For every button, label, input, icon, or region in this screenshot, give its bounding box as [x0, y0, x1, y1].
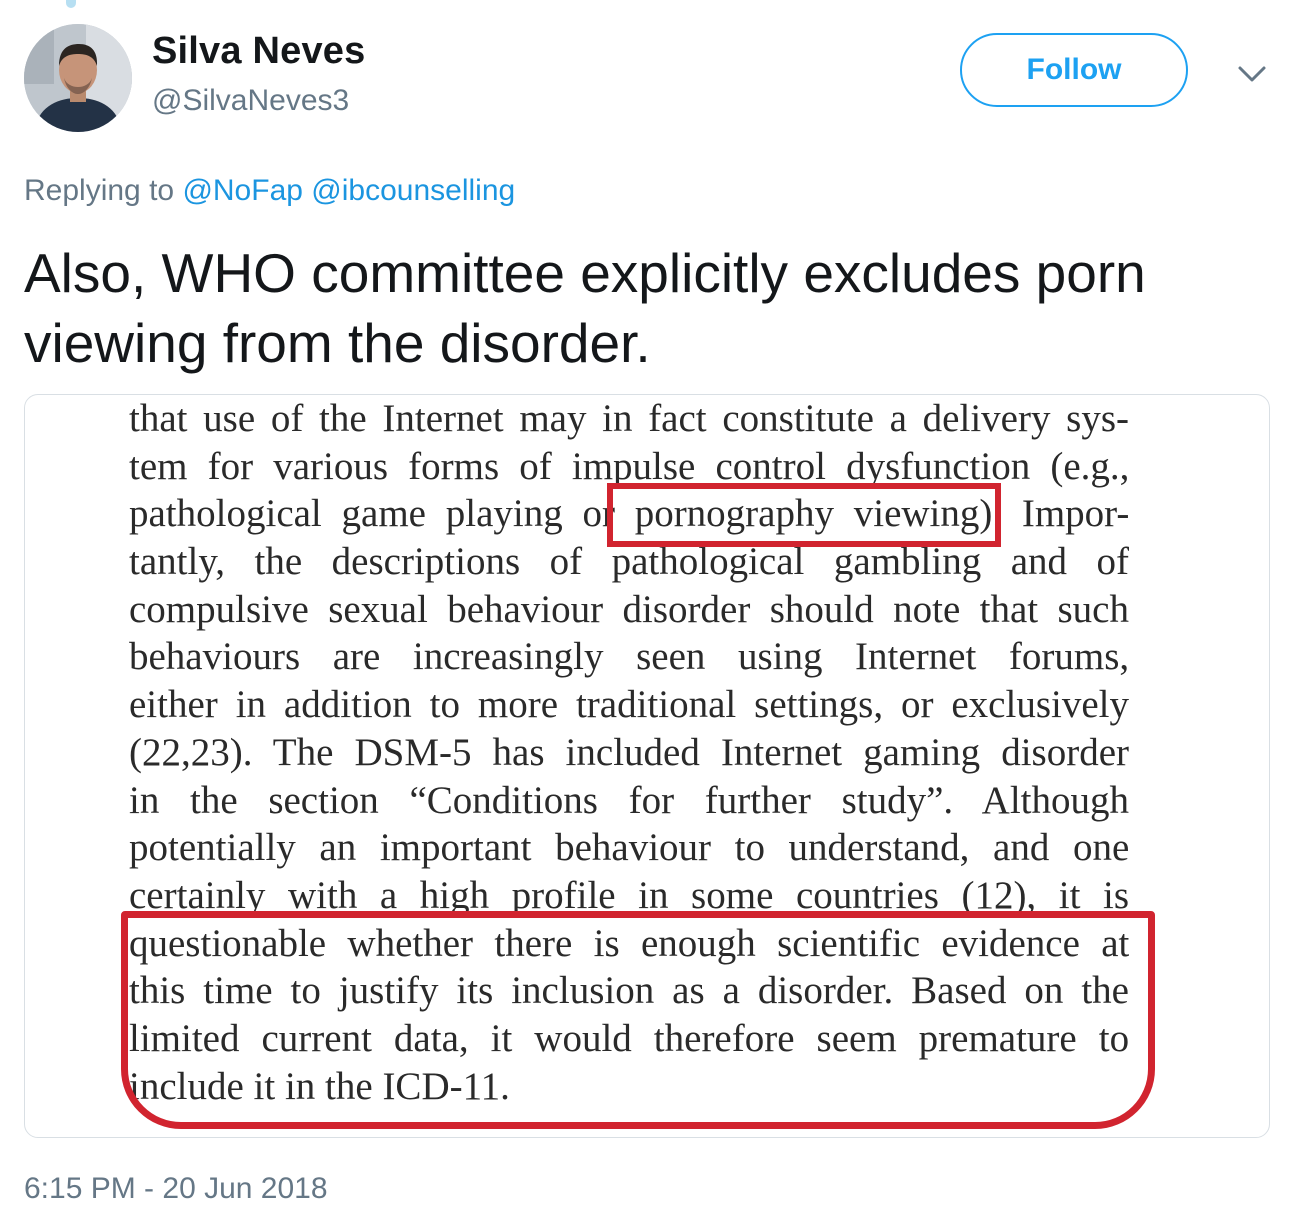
highlight-box-conclusion — [121, 911, 1155, 1129]
mention-nofap[interactable]: @NoFap — [182, 174, 303, 207]
mention-ibcounselling[interactable]: @ibcounselling — [311, 174, 515, 207]
chevron-down-icon[interactable] — [1236, 62, 1268, 86]
tweet: Silva Neves @SilvaNeves3 Follow Replying… — [0, 0, 1295, 1222]
follow-button[interactable]: Follow — [960, 33, 1188, 107]
excerpt-line: (22,23). The DSM-5 has included Internet… — [129, 730, 1129, 774]
excerpt-line: behaviours are increasingly seen using I… — [129, 635, 1129, 679]
thread-connector — [66, 0, 76, 8]
tweet-text: Also, WHO committee explicitly excludes … — [24, 242, 1146, 374]
excerpt-line: either in addition to more traditional s… — [129, 683, 1129, 727]
reply-context: Replying to @NoFap @ibcounselling — [24, 174, 515, 208]
highlight-box-pornography-viewing — [607, 483, 1001, 547]
tweet-media-image[interactable]: that use of the Internet may in fact con… — [24, 394, 1270, 1138]
user-handle[interactable]: @SilvaNeves3 — [152, 84, 349, 118]
reply-prefix: Replying to — [24, 174, 183, 207]
avatar-image — [24, 24, 132, 132]
excerpt-line: that use of the Internet may in fact con… — [129, 397, 1129, 440]
excerpt-line: potentially an important behaviour to un… — [129, 826, 1129, 870]
excerpt-line: in the section “Conditions for further s… — [129, 778, 1129, 822]
excerpt-line: compulsive sexual behaviour disorder sho… — [129, 587, 1129, 631]
user-display-name[interactable]: Silva Neves — [152, 30, 365, 73]
avatar[interactable] — [24, 24, 132, 132]
tweet-timestamp[interactable]: 6:15 PM - 20 Jun 2018 — [24, 1172, 328, 1206]
